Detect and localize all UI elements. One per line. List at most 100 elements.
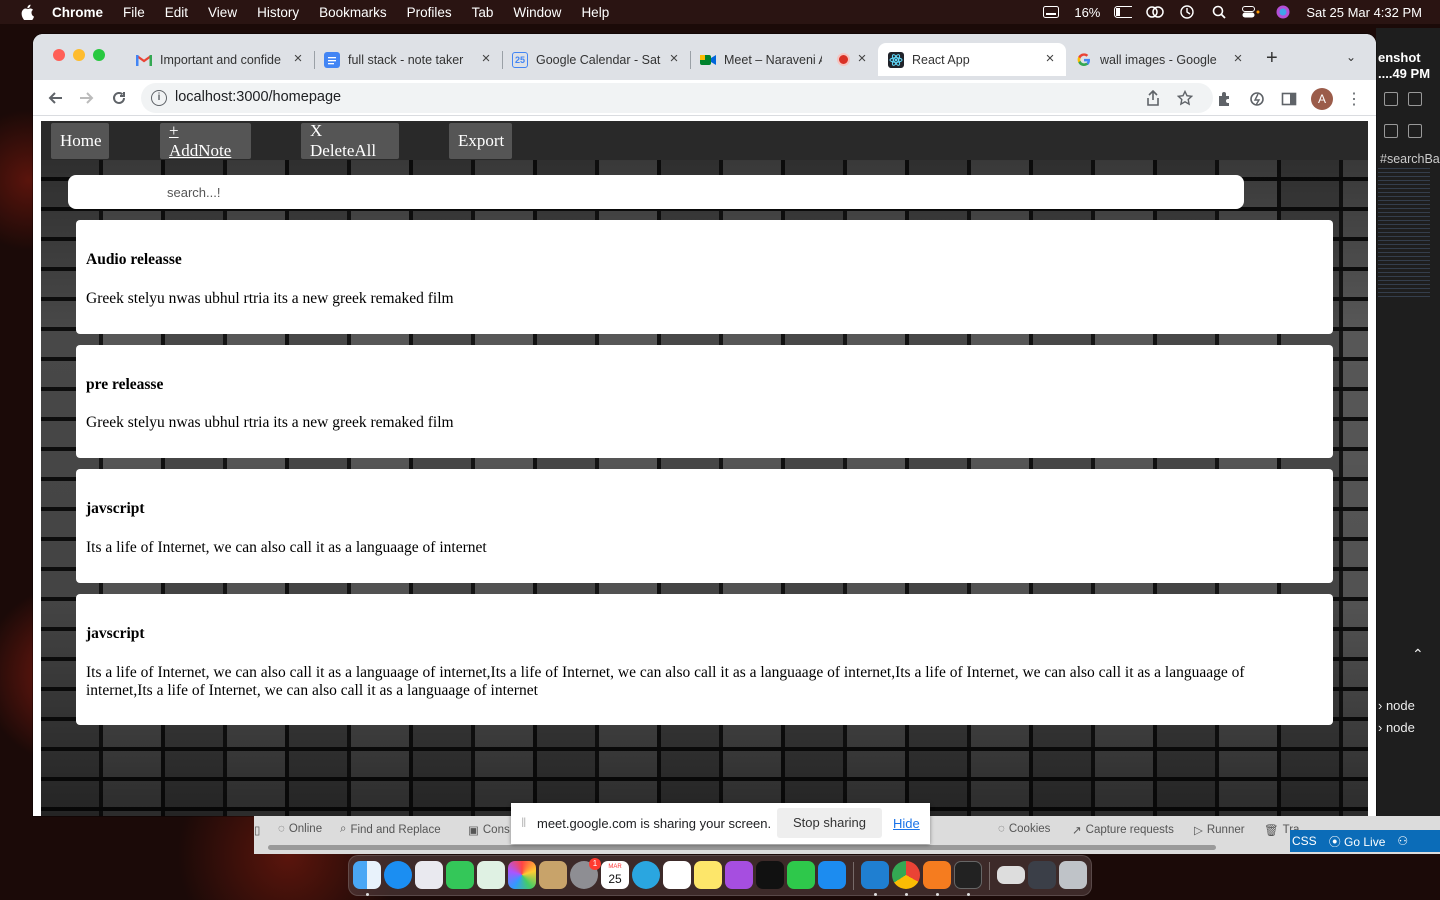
add-note-button[interactable]: + AddNote [160, 121, 251, 160]
layout-toggle-icons[interactable] [1384, 92, 1424, 110]
minimized-window-thumbnail[interactable] [997, 866, 1025, 884]
contacts-icon[interactable] [539, 861, 567, 889]
profile-avatar[interactable]: A [1311, 88, 1333, 110]
tab-search-chevron-icon[interactable]: ⌄ [1346, 50, 1356, 64]
home-button[interactable]: Home [51, 123, 109, 159]
apple-tv-icon[interactable] [756, 861, 784, 889]
tab-google-search[interactable]: wall images - Google × [1066, 43, 1254, 76]
forward-arrow-icon[interactable] [77, 88, 97, 108]
close-window-button[interactable] [53, 49, 65, 61]
safari-icon[interactable] [384, 861, 412, 889]
terminal-node-2[interactable]: › node [1378, 720, 1415, 735]
search-input[interactable] [68, 175, 1244, 209]
split-editor-icons[interactable] [1384, 124, 1424, 142]
menu-bookmarks[interactable]: Bookmarks [319, 5, 387, 20]
note-card[interactable]: javscript Its a life of Internet, we can… [76, 469, 1333, 583]
delete-all-button[interactable]: X DeleteAll [301, 121, 399, 160]
note-card[interactable]: Audio releasse Greek stelyu nwas ubhul r… [76, 220, 1333, 334]
tab-meet[interactable]: Meet – Naraveni A × [690, 43, 878, 76]
menu-app-name[interactable]: Chrome [52, 5, 103, 20]
messages-icon[interactable] [446, 861, 474, 889]
notes-icon[interactable] [694, 861, 722, 889]
tab-close-icon[interactable]: × [290, 51, 306, 67]
back-arrow-icon[interactable] [45, 88, 65, 108]
podcasts-icon[interactable] [725, 861, 753, 889]
trash-bin-icon[interactable] [1059, 861, 1087, 889]
chrome-icon[interactable] [892, 861, 920, 889]
stop-sharing-button[interactable]: Stop sharing [777, 808, 882, 838]
site-info-icon[interactable]: i [151, 90, 167, 106]
tab-calendar[interactable]: 25 Google Calendar - Sat × [502, 43, 691, 76]
spotlight-search-icon[interactable] [1210, 5, 1228, 19]
language-mode-label[interactable]: CSS [1292, 834, 1317, 848]
export-button[interactable]: Export [449, 123, 512, 159]
menu-profiles[interactable]: Profiles [407, 5, 452, 20]
menu-file[interactable]: File [123, 5, 145, 20]
online-status[interactable]: ◌ Online [278, 823, 322, 835]
tab-docs[interactable]: full stack - note taker × [314, 43, 503, 76]
side-panel-icon[interactable] [1280, 90, 1298, 108]
numbers-icon[interactable] [787, 861, 815, 889]
runner-tab[interactable]: ▷ Runner [1194, 823, 1245, 837]
maximize-window-button[interactable] [93, 49, 105, 61]
terminal-node-1[interactable]: › node [1378, 698, 1415, 713]
minimize-window-button[interactable] [73, 49, 85, 61]
calendar-app-icon[interactable]: MAR 25 [601, 861, 629, 889]
control-center-icon[interactable] [1242, 5, 1260, 19]
console-tab[interactable]: ▣ Cons [468, 823, 510, 837]
find-replace-tab[interactable]: ⌕ Find and Replace [340, 823, 441, 836]
keyboard-icon[interactable] [1042, 5, 1060, 19]
tab-close-icon[interactable]: × [1230, 51, 1246, 67]
app-store-icon[interactable] [818, 861, 846, 889]
reload-icon[interactable] [109, 88, 129, 108]
menu-edit[interactable]: Edit [165, 5, 188, 20]
note-card[interactable]: javscript Its a life of Internet, we can… [76, 594, 1333, 725]
note-card[interactable]: pre releasse Greek stelyu nwas ubhul rtr… [76, 345, 1333, 458]
tab-gmail[interactable]: Important and confide × [126, 43, 315, 76]
hide-link[interactable]: Hide [893, 816, 920, 831]
menu-history[interactable]: History [257, 5, 299, 20]
address-url[interactable]: localhost:3000/homepage [175, 89, 341, 105]
menu-view[interactable]: View [208, 5, 237, 20]
editor-minimap[interactable] [1378, 168, 1430, 298]
tab-close-icon[interactable]: × [854, 51, 870, 67]
finder-icon[interactable] [353, 861, 381, 889]
cookies-tab[interactable]: ◌ Cookies [998, 823, 1050, 835]
bookmark-star-icon[interactable] [1177, 90, 1193, 106]
extensions-puzzle-icon[interactable] [1216, 90, 1234, 108]
maps-icon[interactable] [477, 861, 505, 889]
tab-close-icon[interactable]: × [478, 51, 494, 67]
battery-icon[interactable] [1114, 5, 1133, 19]
extension-icon[interactable] [1248, 90, 1266, 108]
telegram-icon[interactable] [632, 861, 660, 889]
capture-requests-tab[interactable]: ↗ Capture requests [1072, 823, 1174, 837]
menu-tab[interactable]: Tab [472, 5, 494, 20]
downloads-stack-icon[interactable] [1028, 861, 1056, 889]
feedback-icon[interactable]: ⚇ [1397, 834, 1408, 848]
share-icon[interactable] [1145, 90, 1161, 106]
launchpad-icon[interactable] [415, 861, 443, 889]
panel-toggle-icon[interactable]: ▯ [254, 823, 260, 837]
postman-icon[interactable] [923, 861, 951, 889]
terminal-icon[interactable] [954, 861, 982, 889]
go-live-button[interactable]: ⦿ Go Live [1329, 833, 1386, 850]
screen-share-icon[interactable] [1146, 5, 1165, 19]
vscode-icon[interactable] [861, 861, 889, 889]
tab-react-app[interactable]: React App × [878, 43, 1066, 76]
address-bar[interactable]: i localhost:3000/homepage [141, 83, 1213, 113]
more-menu-icon[interactable]: ⋮ [1345, 90, 1363, 108]
chevron-up-icon[interactable]: ⌃ [1412, 646, 1424, 663]
apple-icon[interactable] [18, 2, 38, 22]
drag-handle-icon[interactable]: ‖ [521, 815, 526, 830]
menu-window[interactable]: Window [513, 5, 561, 20]
tab-close-icon[interactable]: × [1042, 51, 1058, 67]
new-tab-plus-icon[interactable]: + [1266, 48, 1278, 68]
menubar-datetime[interactable]: Sat 25 Mar 4:32 PM [1306, 5, 1422, 20]
menu-help[interactable]: Help [581, 5, 609, 20]
siri-icon[interactable] [1274, 5, 1292, 19]
horizontal-scrollbar[interactable] [268, 845, 1216, 850]
photos-icon[interactable] [508, 861, 536, 889]
tab-close-icon[interactable]: × [666, 51, 682, 67]
reminders-icon[interactable] [663, 861, 691, 889]
time-machine-icon[interactable] [1178, 5, 1196, 19]
